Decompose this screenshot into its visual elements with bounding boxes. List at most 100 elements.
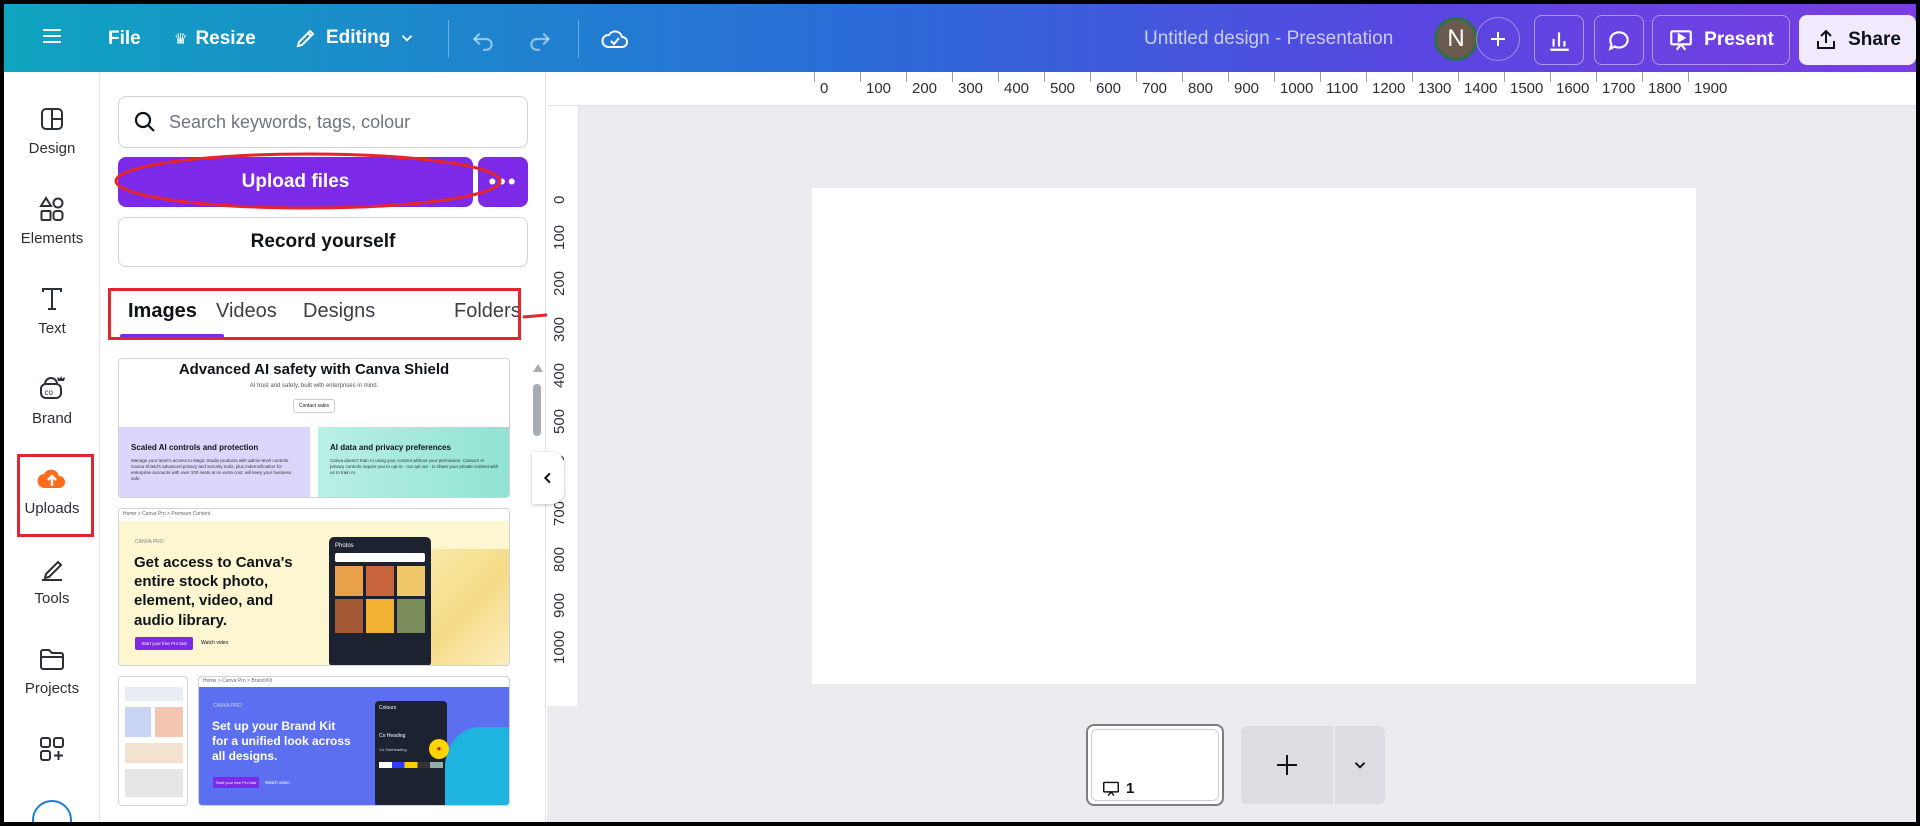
upload-thumbnail[interactable]: Home > Canva Pro > Premium Content CANVA…	[118, 508, 510, 666]
thumb-card-right: AI data and privacy preferences Canva do…	[318, 427, 509, 497]
upload-options-button[interactable]: •••	[478, 157, 528, 207]
file-menu[interactable]: File	[108, 28, 141, 50]
ruler-tick	[1228, 72, 1229, 82]
rail-item-projects[interactable]: Projects	[4, 644, 100, 724]
scroll-up-arrow[interactable]	[533, 364, 543, 372]
redo-button[interactable]	[527, 26, 553, 52]
redo-icon	[530, 32, 551, 51]
thumb-title: Advanced AI safety with Canva Shield	[178, 361, 450, 378]
thumb-card-left-title: Scaled AI controls and protection	[131, 443, 259, 452]
design-page[interactable]	[812, 188, 1696, 684]
brand-badge: ●	[429, 739, 449, 759]
ruler-label: 1700	[1602, 80, 1636, 97]
save-status-button[interactable]	[600, 26, 630, 52]
ruler-tick	[1366, 72, 1367, 82]
resize-button[interactable]: ♛ Resize	[174, 28, 256, 50]
comments-button[interactable]	[1594, 15, 1644, 65]
rail-item-text[interactable]: Text	[4, 284, 100, 364]
ruler-label: 700	[551, 500, 568, 526]
thumb-cta-secondary: Watch video	[201, 640, 229, 646]
search-input[interactable]	[169, 111, 509, 133]
upload-files-button[interactable]: Upload files	[118, 157, 473, 207]
ruler-tick	[1642, 72, 1643, 82]
ruler-label: 800	[551, 546, 568, 572]
elements-icon	[39, 196, 64, 221]
ruler-label: 1200	[1372, 80, 1406, 97]
ruler-tick	[1044, 72, 1045, 82]
thumb-cta-primary: Start your free Pro trial	[213, 777, 259, 788]
panel-scrollbar[interactable]	[532, 364, 543, 822]
insights-button[interactable]	[1534, 15, 1584, 65]
rail-item-elements[interactable]: Elements	[4, 194, 100, 274]
ruler-label: 1000	[551, 630, 568, 664]
chevron-down-icon	[402, 35, 413, 42]
toolbar-divider	[578, 20, 579, 58]
share-button[interactable]: Share	[1799, 15, 1916, 65]
uploads-grid: Advanced AI safety with Canva Shield AI …	[118, 358, 510, 822]
ruler-tick	[1090, 72, 1091, 82]
brand-kit-panel-heading: Co Heading	[379, 733, 406, 739]
brand-icon: co	[40, 376, 65, 399]
mini-image-block	[155, 707, 183, 737]
photo-tile	[335, 566, 363, 596]
collapse-panel-button[interactable]	[532, 452, 564, 504]
avatar[interactable]: N	[1434, 17, 1478, 61]
ruler-label: 200	[912, 80, 938, 97]
present-button[interactable]: Present	[1652, 15, 1790, 65]
ruler-label: 1500	[1510, 80, 1544, 97]
search-icon	[134, 111, 155, 132]
rail-item-tools[interactable]: Tools	[4, 554, 100, 634]
chevron-down-icon	[1354, 762, 1366, 769]
rail-label-elements: Elements	[20, 230, 84, 247]
undo-button[interactable]	[470, 26, 496, 52]
editing-mode-dropdown[interactable]: Editing	[294, 26, 416, 50]
apps-icon	[40, 737, 64, 761]
upload-thumbnail[interactable]	[118, 676, 188, 806]
pencil-icon	[296, 29, 315, 48]
ruler-label: 700	[1142, 80, 1168, 97]
thumb-headline: Get access to Canva's entire stock photo…	[134, 554, 293, 629]
upload-files-label: Upload files	[241, 171, 350, 192]
page-number-label: 1	[1126, 780, 1135, 797]
upload-thumbnail[interactable]: Home > Canva Pro > Brand Kit CANVA PRO S…	[198, 676, 510, 806]
thumb-subtitle: AI trust and safety, built with enterpri…	[249, 383, 379, 389]
scroll-thumb[interactable]	[533, 384, 541, 436]
rail-label-design: Design	[28, 140, 76, 157]
thumb-cta: Contact sales	[293, 399, 335, 413]
add-page-button[interactable]	[1241, 726, 1333, 804]
resize-label: Resize	[195, 28, 256, 49]
search-box[interactable]	[118, 96, 528, 148]
invite-button[interactable]	[1476, 17, 1520, 61]
upload-thumbnail[interactable]: Advanced AI safety with Canva Shield AI …	[118, 358, 510, 498]
thumb-cta-primary: Start your free Pro trial	[135, 637, 193, 650]
photo-tile	[335, 599, 363, 633]
page-thumbnail[interactable]: 1	[1086, 724, 1224, 806]
rail-label-projects: Projects	[24, 680, 80, 697]
ruler-label: 100	[551, 224, 568, 250]
avatar-initial: N	[1447, 25, 1465, 52]
document-title[interactable]: Untitled design - Presentation	[1144, 28, 1393, 50]
ruler-label: 1800	[1648, 80, 1682, 97]
photos-grid-mock	[335, 566, 425, 633]
decor-food-image	[431, 549, 509, 665]
ruler-tick	[1596, 72, 1597, 82]
record-yourself-label: Record yourself	[250, 231, 396, 252]
mini-image-block	[125, 743, 183, 763]
menu-button[interactable]	[40, 24, 64, 48]
photos-panel-title: Photos	[335, 543, 354, 549]
thumb-card-left: Scaled AI controls and protection Manage…	[119, 427, 310, 497]
ruler-tick	[1320, 72, 1321, 82]
tools-icon	[42, 560, 63, 581]
share-icon	[1817, 29, 1836, 49]
rail-item-design[interactable]: Design	[4, 104, 100, 184]
thumb-cta-secondary: Watch video	[265, 780, 290, 785]
photo-tile	[397, 599, 425, 633]
rail-label-text: Text	[38, 320, 66, 337]
rail-item-brand[interactable]: co Brand	[4, 374, 100, 454]
ruler-label: 1100	[1326, 80, 1359, 97]
ruler-tick	[1182, 72, 1183, 82]
present-label: Present	[1704, 29, 1774, 50]
uploads-panel: Upload files ••• Record yourself Images …	[100, 72, 546, 822]
add-page-options-button[interactable]	[1335, 726, 1385, 804]
record-yourself-button[interactable]: Record yourself	[118, 217, 528, 267]
